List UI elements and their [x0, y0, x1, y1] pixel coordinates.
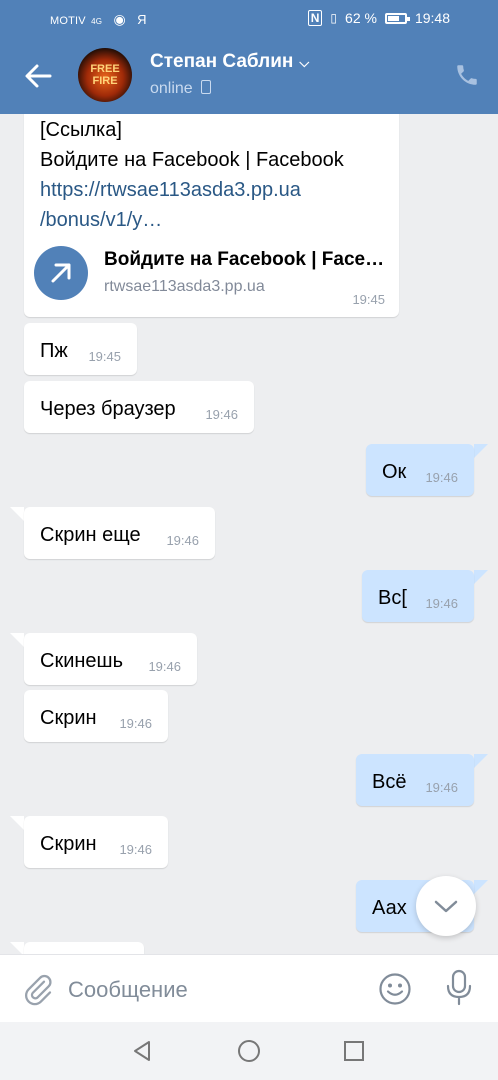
scroll-to-bottom-button[interactable]	[416, 876, 476, 936]
message-text: Скинешь	[40, 650, 123, 672]
message-time: 19:46	[148, 659, 181, 674]
message-time: 19:46	[119, 842, 152, 857]
nav-home-icon[interactable]	[237, 1039, 261, 1063]
nav-recents-icon[interactable]	[342, 1039, 366, 1063]
bubble-tail	[474, 570, 488, 584]
message-text: Вс[	[378, 587, 407, 609]
emoji-icon[interactable]	[378, 972, 412, 1006]
message-text: Ок	[382, 461, 407, 483]
message-text: Скрин	[40, 833, 97, 855]
message-bubble[interactable]: Вс[ 19:46	[362, 570, 474, 622]
clock: 19:48	[414, 10, 450, 26]
message-bubble[interactable]: Ок 19:46	[366, 444, 474, 496]
battery-percent: 62 %	[345, 10, 377, 26]
nav-back-icon[interactable]	[130, 1039, 154, 1063]
message-bubble[interactable]: Скрин 19:46	[24, 690, 168, 742]
status-right: N ▯ 62 % 19:48	[307, 10, 450, 26]
status-bar: MOTIV 4G ◉ Я N ▯ 62 % 19:48	[0, 0, 498, 36]
carrier-label: MOTIV	[50, 15, 86, 27]
mobile-icon	[200, 80, 211, 94]
attachment-domain: rtwsae113asda3.pp.ua	[104, 278, 265, 295]
message-bubble[interactable]: Скинешь 19:46	[24, 633, 197, 685]
link-url[interactable]: https://rtwsae113asda3.pp.ua	[40, 179, 301, 202]
link-arrow-icon[interactable]	[34, 246, 88, 300]
message-text: Скрин	[40, 707, 97, 729]
avatar[interactable]: FREE FIRE	[78, 48, 132, 102]
network-label: 4G	[91, 17, 103, 26]
message-bubble[interactable]: Пж 19:45	[24, 323, 137, 375]
message-input[interactable]	[66, 967, 360, 1013]
phone-call-icon[interactable]	[454, 62, 480, 88]
attachment-title[interactable]: Войдите на Facebook | Face…	[104, 249, 384, 271]
message-text: Всё	[372, 771, 407, 793]
battery-icon	[384, 12, 410, 24]
presence-label: online	[150, 80, 193, 97]
message-time: 19:45	[352, 292, 385, 307]
bubble-tail	[474, 880, 488, 894]
message-bubble[interactable]: Всё 19:46	[356, 754, 474, 806]
bubble-tail	[10, 633, 24, 647]
message-time: 19:46	[425, 780, 458, 795]
message-text: Через браузер	[40, 398, 176, 420]
chat-header: FREE FIRE Степан Саблин ⌵ online	[0, 36, 498, 114]
contact-name-label: Степан Саблин	[150, 51, 294, 72]
message-bubble[interactable]: Через браузер 19:46	[24, 381, 254, 433]
back-arrow-icon[interactable]	[22, 60, 54, 92]
message-list[interactable]: [Ссылка] Войдите на Facebook | Facebook …	[0, 114, 498, 954]
message-time: 19:46	[425, 596, 458, 611]
presence-status: online	[150, 80, 211, 98]
message-bubble[interactable]	[24, 942, 144, 954]
bubble-tail	[10, 942, 24, 954]
message-time: 19:46	[119, 716, 152, 731]
avatar-text-2: FIRE	[92, 75, 118, 87]
message-composer	[0, 954, 498, 1023]
bubble-tail	[474, 444, 488, 458]
chevron-down-icon: ⌵	[299, 55, 310, 70]
vibrate-icon: ▯	[330, 11, 338, 25]
system-navigation-bar	[0, 1022, 498, 1080]
link-message[interactable]: [Ссылка] Войдите на Facebook | Facebook …	[24, 114, 399, 317]
message-time: 19:46	[205, 407, 238, 422]
message-time: 19:45	[88, 349, 121, 364]
message-time: 19:46	[425, 470, 458, 485]
message-text: Скрин еще	[40, 524, 141, 546]
paperclip-icon[interactable]	[22, 972, 54, 1006]
chevron-down-icon	[434, 900, 458, 913]
message-time: 19:46	[166, 533, 199, 548]
eye-icon: ◉	[113, 11, 126, 27]
message-bubble[interactable]: Скрин 19:46	[24, 816, 168, 868]
ya-icon: Я	[137, 12, 147, 27]
avatar-text-1: FREE	[90, 63, 120, 75]
contact-name[interactable]: Степан Саблин ⌵	[150, 51, 309, 73]
message-text: Аах	[372, 897, 407, 919]
link-url-continued[interactable]: /bonus/v1/y…	[40, 209, 162, 232]
nfc-icon: N	[307, 10, 323, 26]
bubble-tail	[10, 507, 24, 521]
link-message-line: [Ссылка]	[40, 119, 122, 141]
message-bubble[interactable]: Скрин еще 19:46	[24, 507, 215, 559]
microphone-icon[interactable]	[444, 969, 474, 1007]
bubble-tail	[474, 754, 488, 768]
status-left: MOTIV 4G ◉ Я	[50, 11, 147, 28]
link-message-line: Войдите на Facebook | Facebook	[40, 149, 344, 171]
message-text: Пж	[40, 340, 68, 362]
bubble-tail	[10, 816, 24, 830]
